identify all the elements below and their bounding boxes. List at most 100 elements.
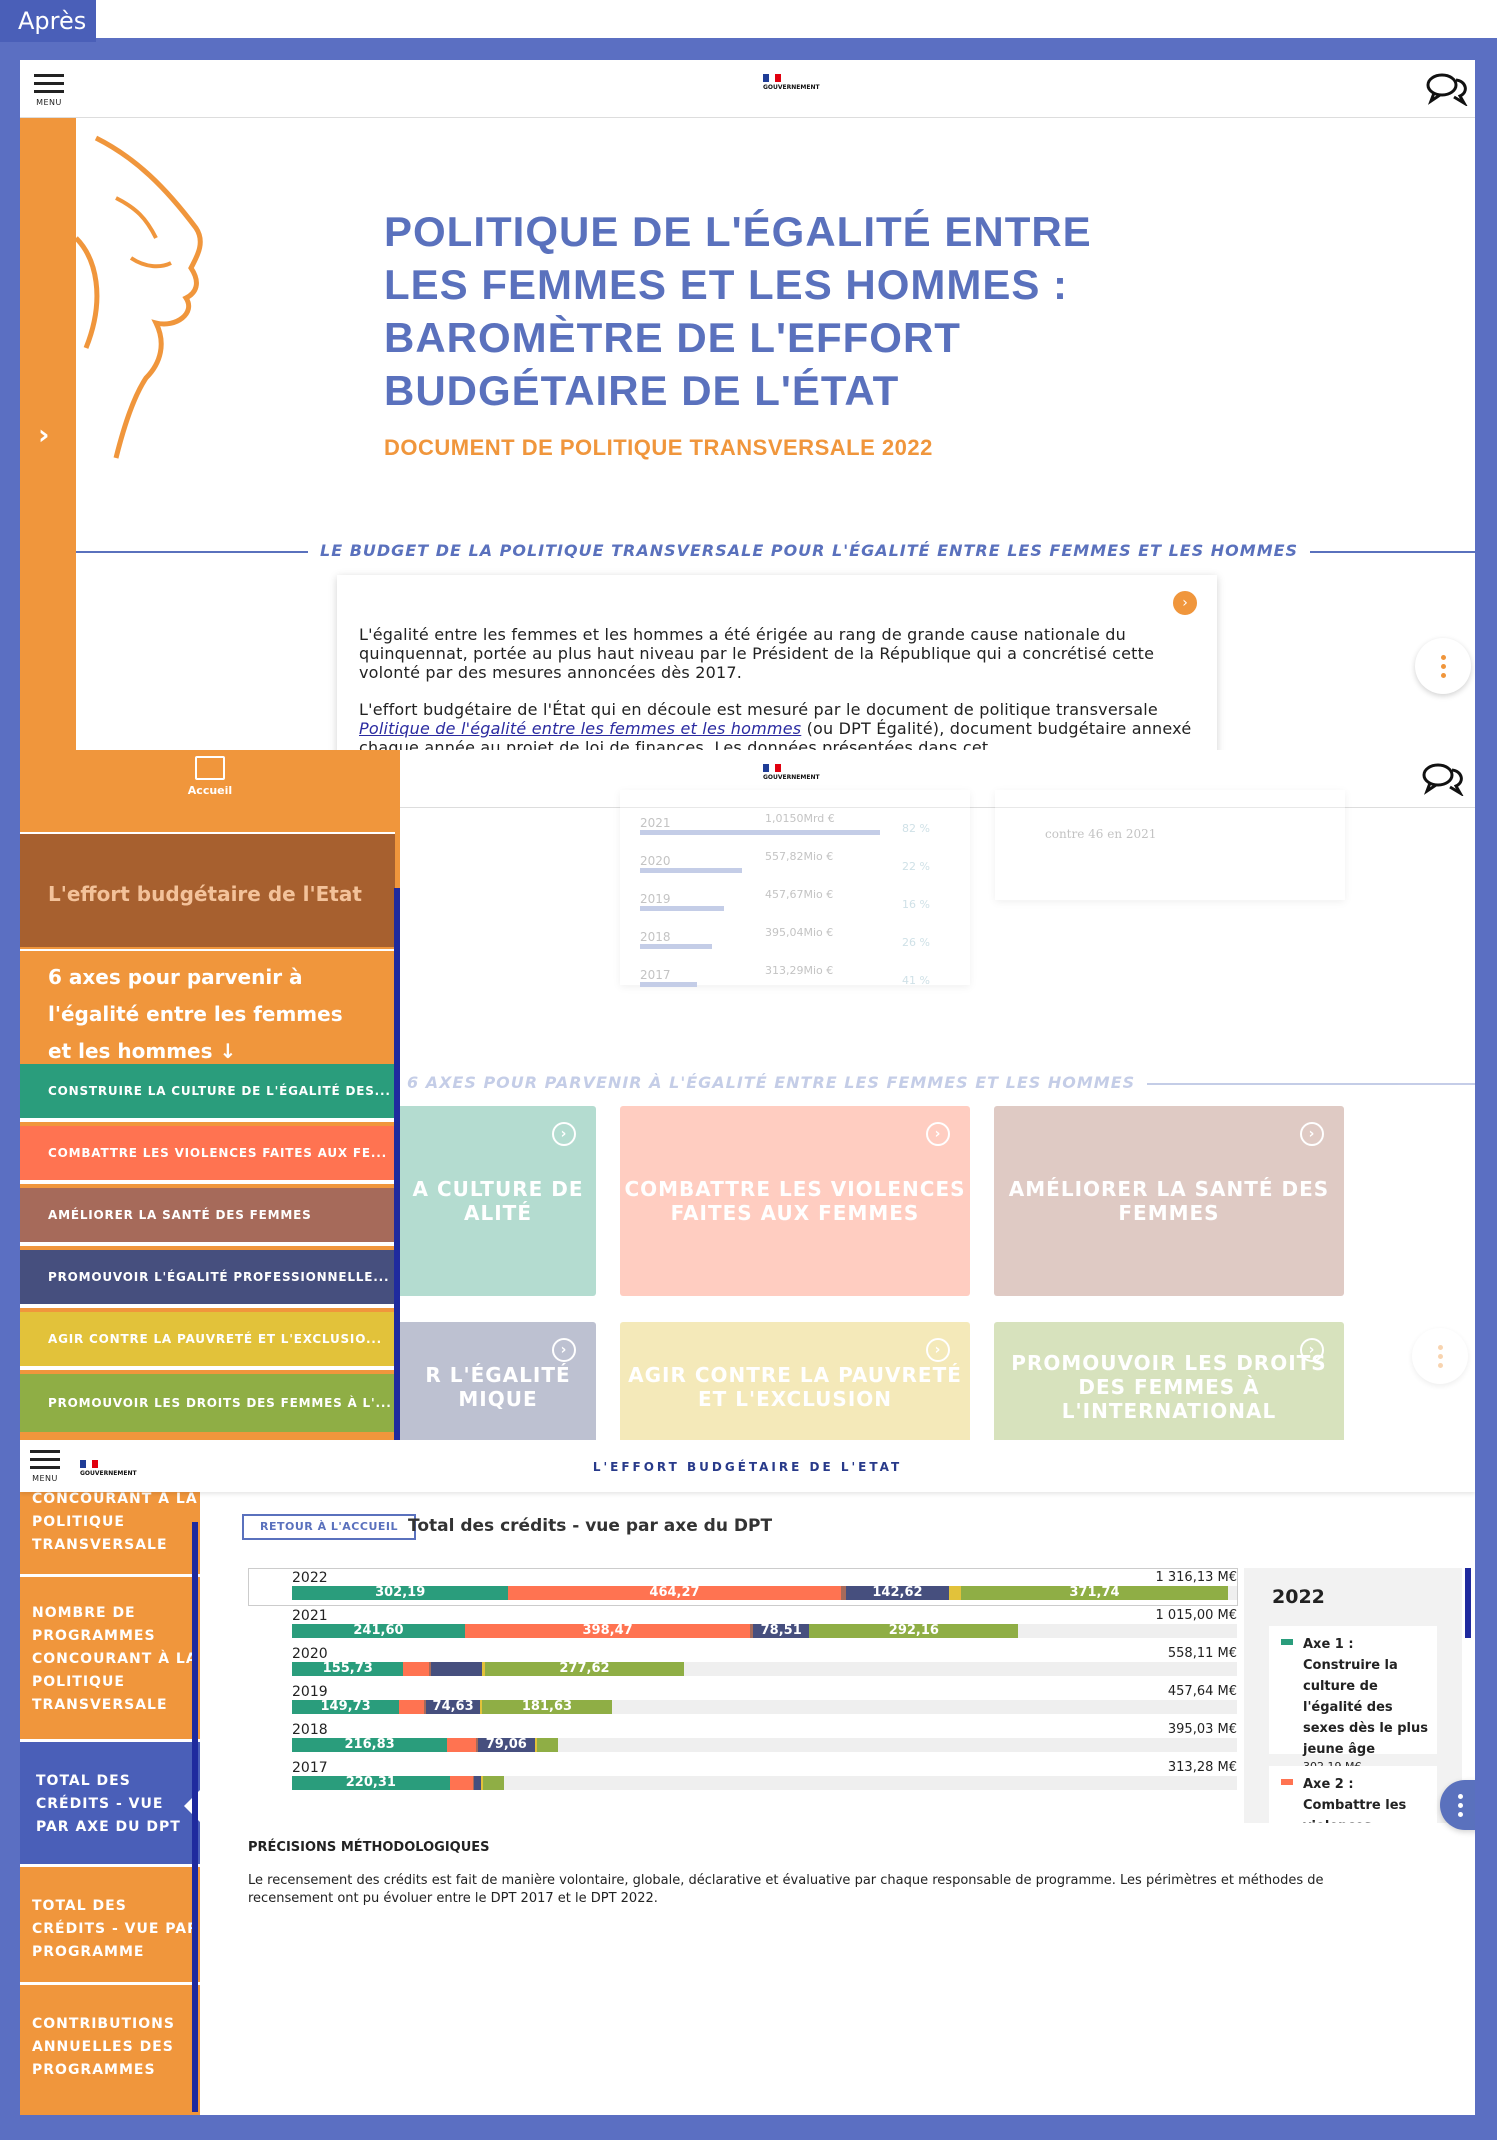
menu-axe-3[interactable]: AMÉLIORER LA SANTÉ DES FEMMES	[20, 1188, 395, 1246]
bar-segment-axe1[interactable]: 149,73	[292, 1700, 400, 1714]
menu-label: MENU	[36, 98, 62, 107]
total-label: 313,28 M€	[1167, 1760, 1237, 1775]
year-label: 2019	[292, 1684, 328, 1700]
gov-logo: GOUVERNEMENT	[763, 74, 820, 91]
bar-segment-axe4[interactable]: 74,63	[426, 1700, 480, 1714]
tile-sante[interactable]: AMÉLIORER LA SANTÉ DES FEMMES ›	[994, 1106, 1344, 1296]
bottom-header: MENU GOUVERNEMENT L'EFFORT BUDGÉTAIRE DE…	[20, 1440, 1475, 1492]
side-tab[interactable]: ›	[20, 118, 76, 750]
legend-item-axe2[interactable]: Axe 2 : Combattre les violences	[1269, 1766, 1437, 1823]
tile-arrow-icon: ›	[926, 1338, 950, 1362]
card-arrow-icon[interactable]: ›	[1173, 591, 1197, 615]
history-list: 2021 1,0150Mrd €82 % 2020 557,82Mio €22 % …	[640, 812, 970, 1002]
dpt-link[interactable]: Politique de l'égalité entre les femmes …	[359, 719, 801, 738]
arrow-down-icon: ↓	[219, 1039, 237, 1063]
intro-paragraph-2: L'effort budgétaire de l'État qui en déc…	[359, 700, 1192, 750]
tile-arrow-icon: ›	[926, 1122, 950, 1146]
chat-icon[interactable]	[1426, 72, 1470, 106]
budget-section-heading: LE BUDGET DE LA POLITIQUE TRANSVERSALE P…	[308, 541, 1311, 560]
bar-segment-axe4[interactable]: 79,06	[478, 1738, 535, 1752]
tile-arrow-icon: ›	[1300, 1122, 1324, 1146]
tile-international[interactable]: PROMOUVOIR LES DROITS DES FEMMES À L'INT…	[994, 1322, 1344, 1440]
home-grid-icon	[195, 756, 225, 780]
tile-arrow-icon: ›	[552, 1338, 576, 1362]
bar-segment-axe2[interactable]	[403, 1662, 430, 1676]
history-row: 2020 557,82Mio €22 %	[640, 850, 930, 873]
bar-segment-axe6[interactable]: 277,62	[485, 1662, 684, 1676]
bar-segment-axe2[interactable]	[447, 1738, 476, 1752]
tile-arrow-icon: ›	[552, 1122, 576, 1146]
menu-button[interactable]: MENU	[34, 74, 64, 107]
menu-item-axes[interactable]: 6 axes pour parvenir à l'égalité entre l…	[20, 949, 395, 1064]
bar-track: 241,60 398,47 78,51 292,16	[292, 1624, 1237, 1638]
bar-segment-axe2[interactable]	[399, 1700, 425, 1714]
bar-segment-axe1[interactable]: 302,19	[292, 1586, 509, 1600]
intro-card: › L'égalité entre les femmes et les homm…	[337, 575, 1217, 750]
menu-axe-1[interactable]: CONSTRUIRE LA CULTURE DE L'ÉGALITÉ DES..…	[20, 1064, 395, 1122]
woman-profile-illustration	[76, 135, 203, 459]
top-header: MENU GOUVERNEMENT	[20, 60, 1475, 118]
tile-violences[interactable]: COMBATTRE LES VIOLENCES FAITES AUX FEMME…	[620, 1106, 970, 1296]
total-label: 1 015,00 M€	[1155, 1608, 1237, 1623]
menu-axe-4[interactable]: PROMOUVOIR L'ÉGALITÉ PROFESSIONNELLE...	[20, 1250, 395, 1308]
tile-pauvrete[interactable]: AGIR CONTRE LA PAUVRETÉ ET L'EXCLUSION ›	[620, 1322, 970, 1440]
year-label: 2021	[292, 1608, 328, 1624]
apres-label: Après	[0, 0, 96, 42]
total-label: 457,64 M€	[1167, 1684, 1237, 1699]
bar-segment-axe2[interactable]	[449, 1776, 473, 1790]
bar-segment-axe4[interactable]	[431, 1662, 482, 1676]
bar-track: 149,73 74,63 181,63	[292, 1700, 1237, 1714]
history-row: 2021 1,0150Mrd €82 %	[640, 812, 930, 835]
year-label: 2017	[292, 1760, 328, 1776]
more-options-button-2[interactable]	[1412, 1328, 1468, 1384]
side-menu: Accueil L'effort budgétaire de l'Etat 6 …	[20, 750, 400, 1440]
history-row: 2018 395,04Mio €26 %	[640, 926, 930, 949]
more-options-button[interactable]	[1415, 638, 1471, 694]
bar-segment-axe6[interactable]: 292,16	[809, 1624, 1019, 1638]
bar-segment-axe4[interactable]: 78,51	[753, 1624, 810, 1638]
menu-axe-5[interactable]: AGIR CONTRE LA PAUVRETÉ ET L'EXCLUSIO...	[20, 1312, 395, 1370]
bar-track: 302,19 464,27 142,62 371,74	[292, 1586, 1237, 1600]
year-label: 2022	[292, 1570, 328, 1586]
bar-segment-axe1[interactable]: 220,31	[292, 1776, 450, 1790]
bar-segment-axe6[interactable]: 181,63	[481, 1700, 612, 1714]
chevron-right-icon: ›	[38, 418, 50, 451]
bar-segment-axe1[interactable]: 155,73	[292, 1662, 404, 1676]
bar-segment-axe1[interactable]: 216,83	[292, 1738, 448, 1752]
menu-item-effort[interactable]: L'effort budgétaire de l'Etat	[20, 832, 395, 947]
middle-panel: GOUVERNEMENT contre 46 en 2021 2021 1,015…	[20, 750, 1475, 1440]
top-strip	[96, 0, 1497, 38]
history-row: 2017 313,29Mio €41 %	[640, 964, 930, 987]
top-panel: MENU GOUVERNEMENT › POLITIQUE DE L'ÉGALI…	[20, 60, 1475, 750]
bar-segment-axe4[interactable]: 142,62	[846, 1586, 949, 1600]
intro-paragraph-1: L'égalité entre les femmes et les hommes…	[359, 625, 1155, 682]
bar-segment-axe2[interactable]: 398,47	[464, 1624, 751, 1638]
bar-track: 216,83 79,06	[292, 1738, 1237, 1752]
count-card	[995, 790, 1345, 900]
precisions-title: PRÉCISIONS MÉTHODOLOGIQUES	[248, 1840, 490, 1855]
home-button[interactable]: Accueil	[180, 756, 240, 797]
bar-segment-axe6[interactable]: 371,74	[961, 1586, 1228, 1600]
bar-segment-axe5[interactable]	[948, 1586, 962, 1600]
bar-segment-axe1[interactable]: 241,60	[292, 1624, 465, 1638]
menu-axe-6[interactable]: PROMOUVOIR LES DROITS DES FEMMES À L'...	[20, 1374, 395, 1432]
bar-track: 155,73 277,62	[292, 1662, 1237, 1676]
faded-content: contre 46 en 2021 2021 1,0150Mrd €82 % 20…	[320, 750, 1475, 1440]
menu-axe-2[interactable]: COMBATTRE LES VIOLENCES FAITES AUX FE...	[20, 1126, 395, 1184]
total-label: 395,03 M€	[1167, 1722, 1237, 1737]
legend-scrollbar[interactable]	[1465, 1568, 1471, 1638]
nav-contributions[interactable]: CONTRIBUTIONS ANNUELLES DES PROGRAMMES	[20, 1985, 200, 2115]
bar-segment-axe4[interactable]	[474, 1776, 482, 1790]
precisions-text: Le recensement des crédits est fait de m…	[248, 1873, 1324, 1906]
bar-segment-axe6[interactable]	[482, 1776, 505, 1790]
legend-item-axe1[interactable]: Axe 1 : Construire la culture de l'égali…	[1269, 1626, 1437, 1773]
history-row: 2019 457,67Mio €16 %	[640, 888, 930, 911]
year-label: 2018	[292, 1722, 328, 1738]
menu-scrollbar[interactable]	[394, 888, 400, 1440]
bar-segment-axe2[interactable]: 464,27	[508, 1586, 841, 1600]
bottom-header-title: L'EFFORT BUDGÉTAIRE DE L'ETAT	[592, 1460, 903, 1474]
axes-section-heading: 6 AXES POUR PARVENIR À L'ÉGALITÉ ENTRE L…	[395, 1073, 1148, 1092]
page-title: POLITIQUE DE L'ÉGALITÉ ENTRE LES FEMMES …	[384, 208, 1092, 414]
bar-segment-axe6[interactable]	[536, 1738, 559, 1752]
bar-track: 220,31	[292, 1776, 1237, 1790]
